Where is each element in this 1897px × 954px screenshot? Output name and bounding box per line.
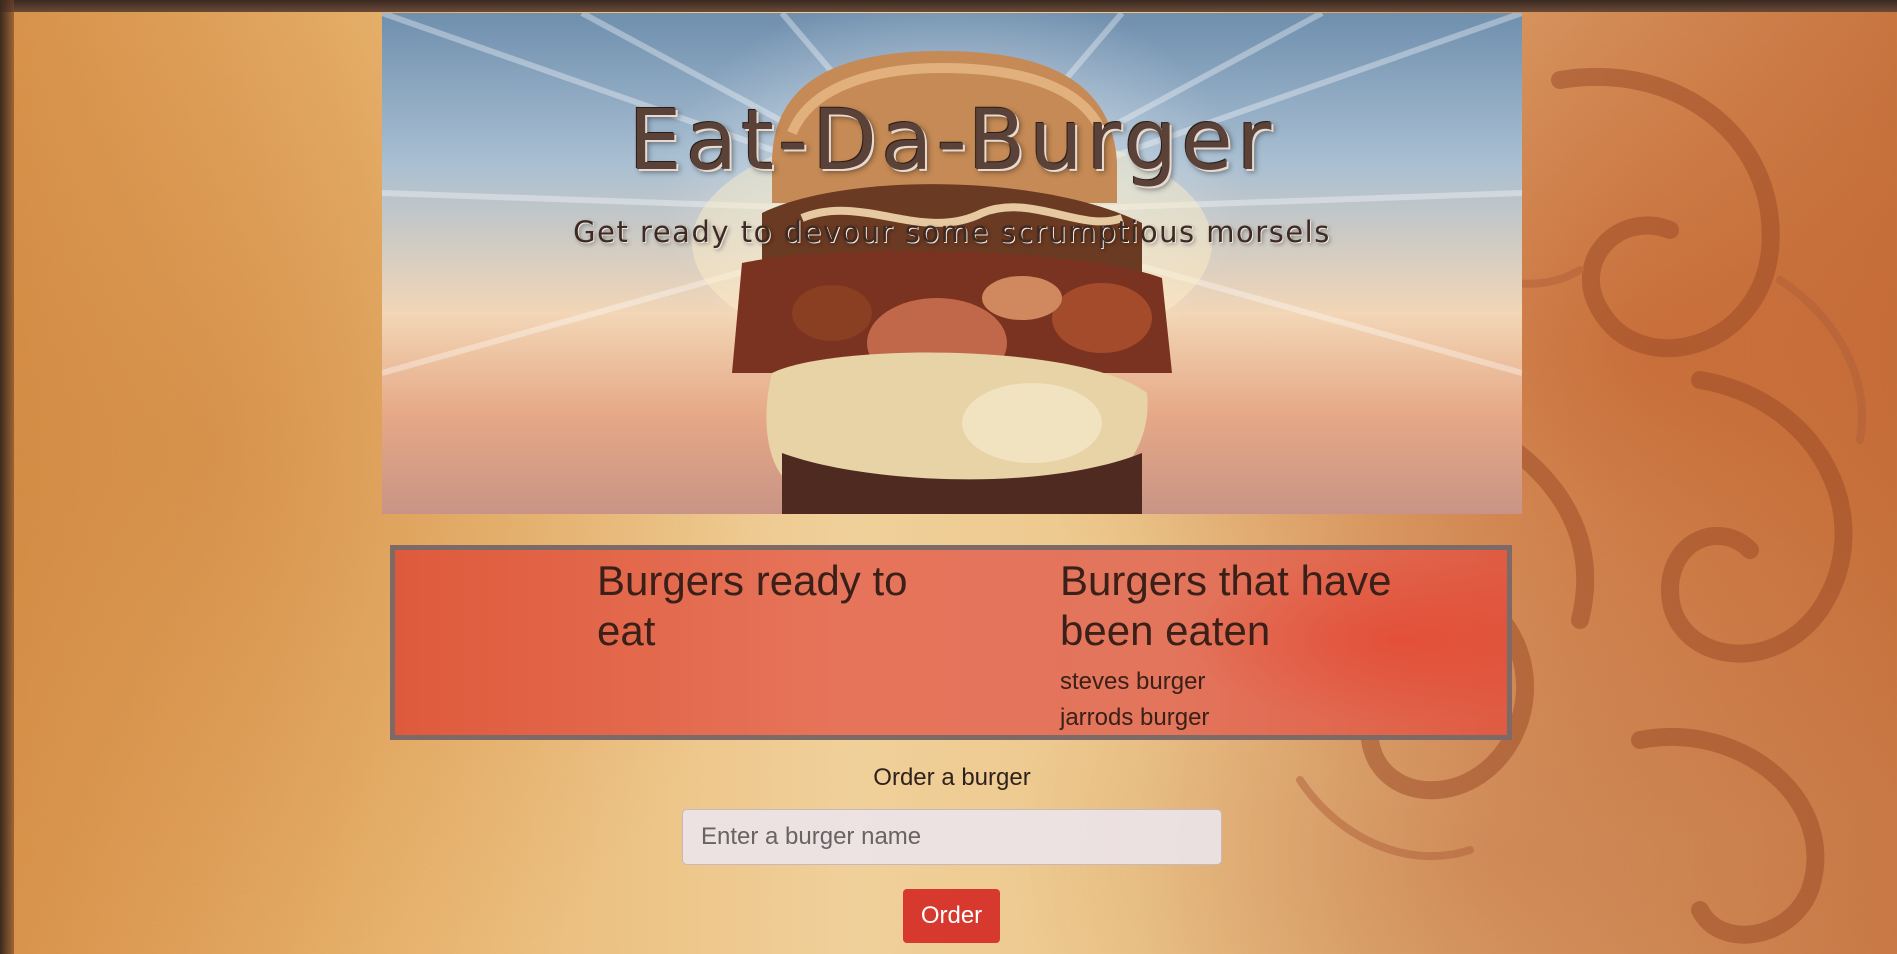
eaten-burgers-column: Burgers that have been eaten steves burg… (1060, 550, 1440, 736)
burger-image (732, 51, 1172, 514)
ready-burgers-heading: Burgers ready to eat (597, 557, 908, 654)
background-left-edge (0, 0, 14, 954)
browser-top-strip (0, 0, 1897, 12)
order-form-label: Order a burger (873, 764, 1031, 791)
page-title: Eat-Da-Burger (628, 91, 1276, 189)
page-subtitle: Get ready to devour some scrumptious mor… (573, 215, 1331, 249)
order-button[interactable]: Order (903, 889, 1000, 943)
burger-name-input[interactable] (682, 809, 1222, 865)
list-item: steves burger (1060, 668, 1206, 695)
list-item: jarrods burger (1060, 704, 1210, 731)
eaten-burgers-heading: Burgers that have been eaten (1060, 557, 1392, 654)
hero-banner: Eat-Da-Burger Get ready to devour some s… (382, 13, 1522, 514)
burger-lists-panel: Burgers ready to eat Burgers that have b… (390, 545, 1512, 740)
ready-burgers-column: Burgers ready to eat (597, 550, 957, 664)
eaten-burgers-list: steves burger jarrods burger (1060, 664, 1440, 736)
